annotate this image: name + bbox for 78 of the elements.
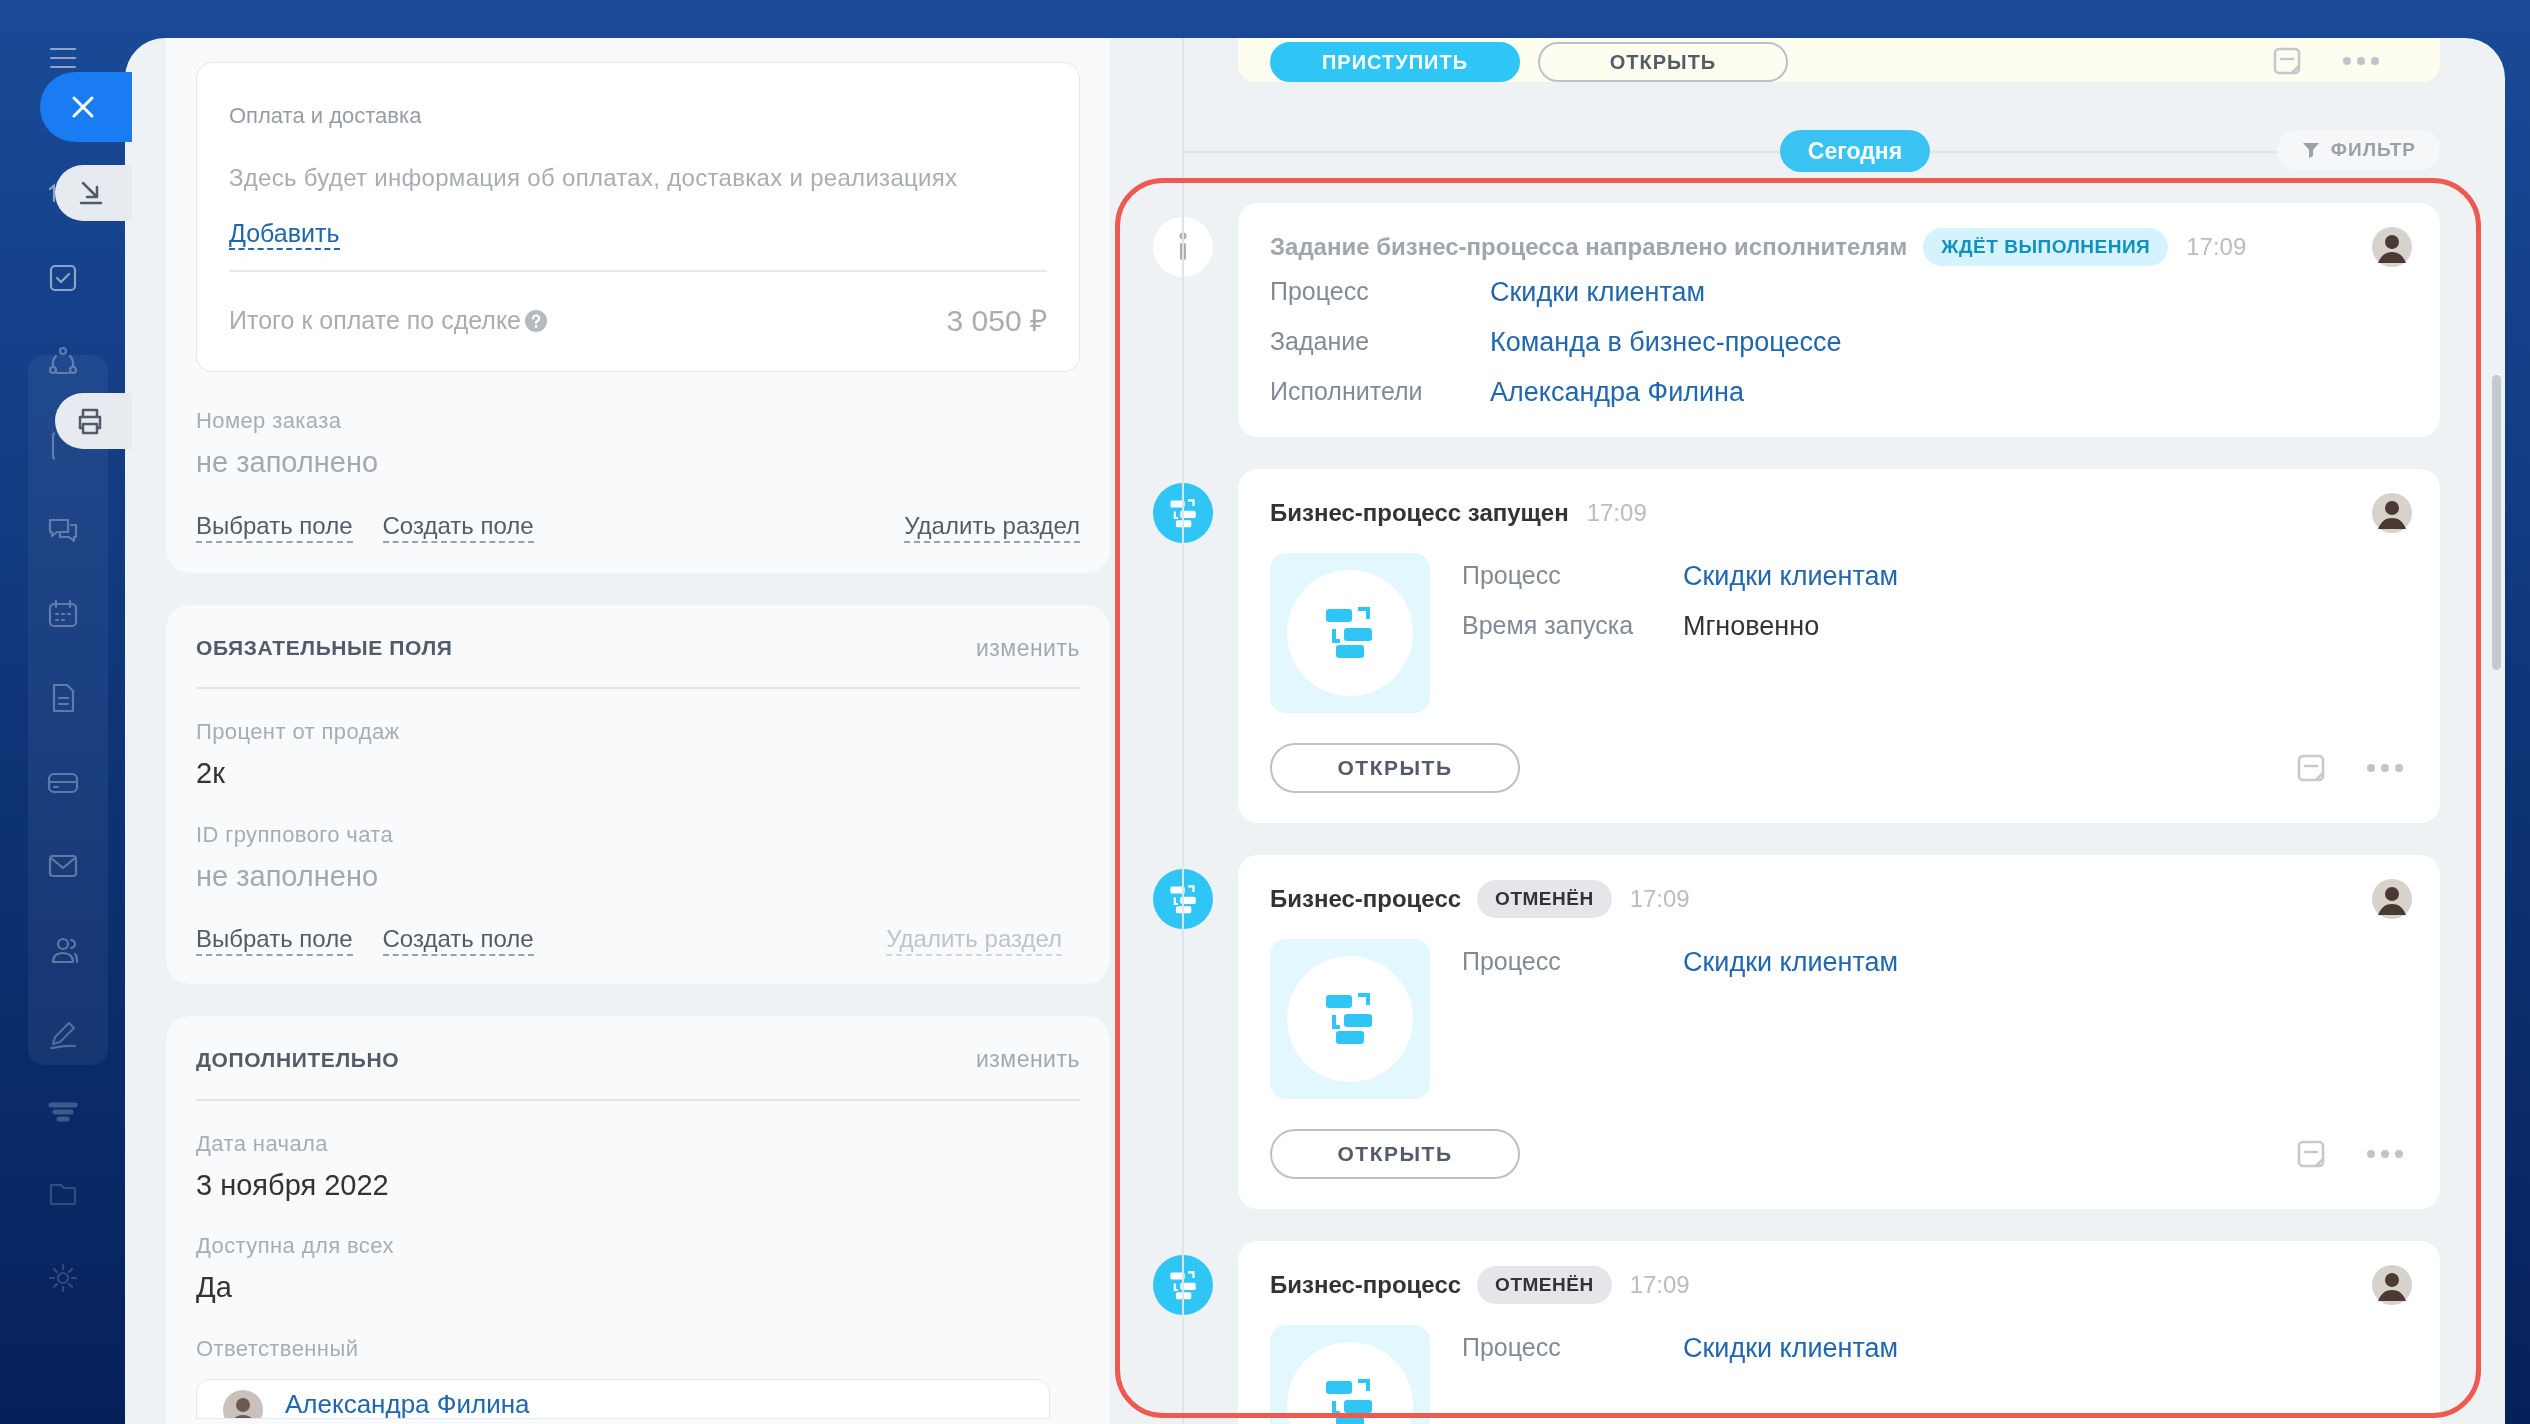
avatar-icon <box>2372 879 2412 919</box>
field-value: не заполнено <box>196 445 380 480</box>
field-link[interactable]: Создать поле <box>382 924 534 956</box>
row-link[interactable]: Скидки клиентам <box>1683 1327 1899 1369</box>
filter-icon <box>2300 140 2321 160</box>
process-icon <box>1153 1255 1213 1315</box>
note-icon[interactable] <box>2296 753 2326 783</box>
row-label: Процесс <box>1270 276 1370 308</box>
row-label: Исполнители <box>1270 376 1424 408</box>
info-icon <box>1153 217 1213 277</box>
avatar-icon <box>2372 493 2412 533</box>
field-link[interactable]: Выбрать поле <box>196 924 353 956</box>
user-link[interactable]: Александра Филина <box>285 1389 530 1418</box>
status-badge: ЖДЁТ ВЫПОЛНЕНИЯ <box>1923 228 2169 266</box>
row-link[interactable]: Команда в бизнес-процессе <box>1490 321 1842 363</box>
process-icon <box>1153 483 1213 543</box>
note-icon[interactable] <box>2296 1139 2326 1169</box>
section-label: Оплата и доставка <box>229 102 423 130</box>
row-label: Процесс <box>1462 560 1562 592</box>
field-link[interactable]: Выбрать поле <box>196 510 353 543</box>
note-icon[interactable] <box>2272 46 2302 76</box>
event-time: 17:09 <box>1629 1270 1690 1300</box>
process-icon <box>1285 568 1415 698</box>
field-value: Да <box>196 1270 233 1305</box>
field-label: Процент от продаж <box>196 718 401 746</box>
total-label: Итого к оплате по сделке <box>229 304 521 336</box>
process-icon <box>1153 869 1213 929</box>
delete-section-link[interactable]: Удалить раздел <box>904 510 1080 543</box>
event-time: 17:09 <box>2186 232 2247 262</box>
process-icon <box>1285 954 1415 1084</box>
event-title: Бизнес-процесс запущен <box>1270 498 1569 528</box>
field-value: 3 ноября 2022 <box>196 1167 390 1203</box>
open-button[interactable]: ОТКРЫТЬ <box>1270 1129 1520 1179</box>
row-label: Процесс <box>1462 1332 1562 1364</box>
scrollbar[interactable] <box>2492 375 2501 670</box>
day-label: Сегодня <box>1779 130 1931 172</box>
minimize-button[interactable] <box>55 165 132 221</box>
description-text: Здесь будет информация об оплатах, доставках и реализациях <box>229 163 959 193</box>
event-title: Задание бизнес-процесса направлено исполнителям <box>1270 232 1908 262</box>
add-link[interactable]: Добавить <box>229 218 340 250</box>
action-button[interactable]: ОТКРЫТЬ <box>1538 42 1788 82</box>
field-label: Ответственный <box>196 1334 360 1363</box>
more-icon[interactable] <box>2366 1149 2404 1159</box>
field-label: ID группового чата <box>196 820 395 849</box>
field-label: Номер заказа <box>196 407 343 435</box>
row-value: Мгновенно <box>1683 609 1820 643</box>
status-badge: ОТМЕНЁН <box>1477 1266 1612 1304</box>
field-label: Дата начала <box>196 1129 329 1158</box>
more-icon[interactable] <box>2342 56 2380 66</box>
field-value: 2к <box>196 756 226 791</box>
print-button[interactable] <box>55 393 132 449</box>
event-title: Бизнес-процесс <box>1270 1270 1462 1300</box>
event-title: Бизнес-процесс <box>1270 884 1462 914</box>
field-label: Доступна для всех <box>196 1232 395 1260</box>
row-label: Время запуска <box>1462 610 1635 642</box>
avatar-icon <box>223 1389 263 1418</box>
arrow-down-right-icon <box>77 179 105 207</box>
more-icon[interactable] <box>2366 763 2404 773</box>
avatar-icon <box>2372 1265 2412 1305</box>
row-link[interactable]: Скидки клиентам <box>1490 271 1706 313</box>
help-icon[interactable] <box>524 308 548 333</box>
row-link[interactable]: Скидки клиентам <box>1683 941 1899 983</box>
close-button[interactable] <box>40 72 132 142</box>
row-link[interactable]: Скидки клиентам <box>1683 555 1899 597</box>
open-button[interactable]: ОТКРЫТЬ <box>1270 743 1520 793</box>
field-link[interactable]: Создать поле <box>382 510 534 543</box>
avatar-icon <box>2372 227 2412 267</box>
section-title: ОБЯЗАТЕЛЬНЫЕ ПОЛЯ <box>196 635 453 661</box>
row-link[interactable]: Александра Филина <box>1490 371 1744 413</box>
close-icon <box>70 94 96 120</box>
row-label: Процесс <box>1462 946 1562 978</box>
field-value: не заполнено <box>196 858 380 894</box>
event-time: 17:09 <box>1586 498 1647 528</box>
event-time: 17:09 <box>1629 884 1690 914</box>
row-label: Задание <box>1270 326 1371 358</box>
section-title: ДОПОЛНИТЕЛЬНО <box>196 1046 400 1073</box>
total-amount: 3 050 ₽ <box>946 303 1047 339</box>
status-badge: ОТМЕНЁН <box>1477 880 1612 918</box>
